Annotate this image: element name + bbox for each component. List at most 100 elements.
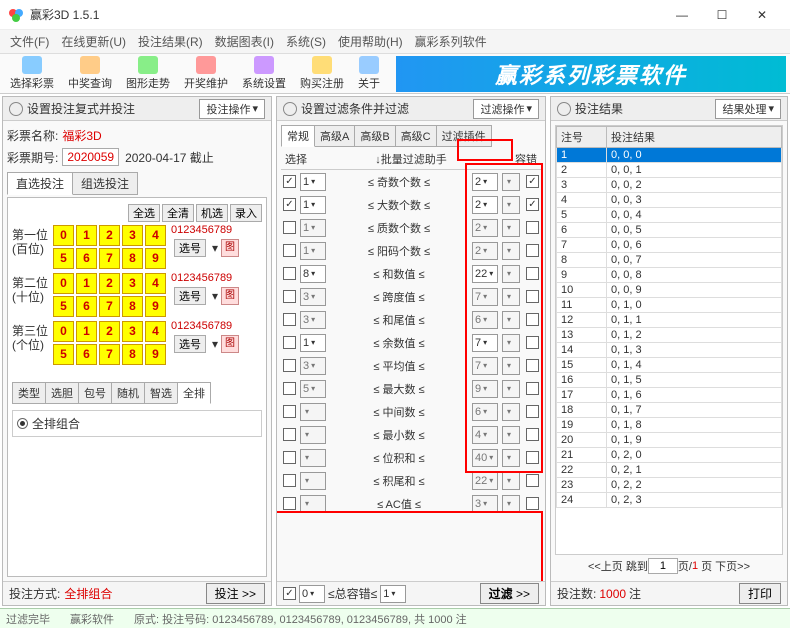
table-row[interactable]: 220, 2, 1: [557, 463, 782, 478]
filter-tolerance-check[interactable]: [526, 428, 539, 441]
result-operation-dropdown[interactable]: 结果处理: [715, 99, 781, 119]
toolbar-关于[interactable]: 关于: [352, 54, 386, 93]
filter-extra[interactable]: [502, 242, 520, 260]
filter-check[interactable]: [283, 359, 296, 372]
digit-8[interactable]: 8: [122, 296, 143, 317]
filter-min[interactable]: 3: [300, 288, 326, 306]
btn-机选[interactable]: 机选: [196, 204, 228, 222]
period-value[interactable]: 2020059: [62, 148, 119, 166]
filter-extra[interactable]: [502, 357, 520, 375]
filter-check[interactable]: [283, 497, 296, 510]
digit-8[interactable]: 8: [122, 344, 143, 365]
select-number-button[interactable]: 选号: [174, 239, 206, 257]
filter-tolerance-check[interactable]: [526, 359, 539, 372]
filter-check[interactable]: [283, 428, 296, 441]
subtab-类型[interactable]: 类型: [12, 382, 46, 404]
filter-max[interactable]: 40: [472, 449, 498, 467]
digit-3[interactable]: 3: [122, 225, 143, 246]
filter-tolerance-check[interactable]: [526, 474, 539, 487]
btn-全选[interactable]: 全选: [128, 204, 160, 222]
filter-tab-过滤插件[interactable]: 过滤插件: [436, 125, 492, 147]
table-row[interactable]: 120, 1, 1: [557, 313, 782, 328]
digit-6[interactable]: 6: [76, 344, 97, 365]
menu-item[interactable]: 系统(S): [280, 33, 332, 50]
filter-min[interactable]: 5: [300, 380, 326, 398]
filter-tolerance-check[interactable]: [526, 405, 539, 418]
filter-extra[interactable]: [502, 449, 520, 467]
subtab-全排[interactable]: 全排: [177, 382, 211, 404]
digit-5[interactable]: 5: [53, 344, 74, 365]
table-row[interactable]: 240, 2, 3: [557, 493, 782, 508]
subtab-包号[interactable]: 包号: [78, 382, 112, 404]
digit-0[interactable]: 0: [53, 225, 74, 246]
filter-extra[interactable]: [502, 426, 520, 444]
filter-tolerance-check[interactable]: [526, 313, 539, 326]
filter-max[interactable]: 7: [472, 334, 498, 352]
minimize-button[interactable]: —: [662, 1, 702, 29]
filter-tolerance-check[interactable]: ✓: [526, 198, 539, 211]
filter-tolerance-check[interactable]: [526, 244, 539, 257]
filter-check[interactable]: [283, 267, 296, 280]
filter-check[interactable]: [283, 382, 296, 395]
toolbar-系统设置[interactable]: 系统设置: [236, 54, 292, 93]
chart-icon[interactable]: 图: [221, 287, 239, 305]
toolbar-图形走势[interactable]: 图形走势: [120, 54, 176, 93]
table-row[interactable]: 190, 1, 8: [557, 418, 782, 433]
filter-max[interactable]: 2: [472, 219, 498, 237]
filter-tolerance-check[interactable]: [526, 451, 539, 464]
digit-2[interactable]: 2: [99, 321, 120, 342]
toolbar-选择彩票[interactable]: 选择彩票: [4, 54, 60, 93]
menu-item[interactable]: 数据图表(I): [209, 33, 280, 50]
btn-录入[interactable]: 录入: [230, 204, 262, 222]
digit-7[interactable]: 7: [99, 344, 120, 365]
table-row[interactable]: 170, 1, 6: [557, 388, 782, 403]
next-page[interactable]: 页 下页>>: [701, 558, 750, 574]
digit-4[interactable]: 4: [145, 225, 166, 246]
digit-2[interactable]: 2: [99, 273, 120, 294]
fullperm-radio[interactable]: [17, 418, 28, 429]
filter-operation-dropdown[interactable]: 过滤操作: [473, 99, 539, 119]
digit-4[interactable]: 4: [145, 321, 166, 342]
filter-max[interactable]: 22: [472, 265, 498, 283]
select-number-button[interactable]: 选号: [174, 335, 206, 353]
filter-max[interactable]: 2: [472, 196, 498, 214]
digit-3[interactable]: 3: [122, 321, 143, 342]
filter-check[interactable]: [283, 313, 296, 326]
filter-extra[interactable]: [502, 288, 520, 306]
filter-extra[interactable]: [502, 334, 520, 352]
digit-0[interactable]: 0: [53, 321, 74, 342]
digit-4[interactable]: 4: [145, 273, 166, 294]
filter-max[interactable]: 6: [472, 403, 498, 421]
col-header[interactable]: 注号: [557, 127, 607, 148]
filter-min[interactable]: 8: [300, 265, 326, 283]
digit-0[interactable]: 0: [53, 273, 74, 294]
filter-min[interactable]: 1: [300, 173, 326, 191]
digit-6[interactable]: 6: [76, 296, 97, 317]
maximize-button[interactable]: ☐: [702, 1, 742, 29]
toolbar-开奖维护[interactable]: 开奖维护: [178, 54, 234, 93]
filter-tab-高级B[interactable]: 高级B: [354, 125, 395, 147]
table-row[interactable]: 130, 1, 2: [557, 328, 782, 343]
filter-extra[interactable]: [502, 495, 520, 513]
result-table[interactable]: 注号投注结果10, 0, 020, 0, 130, 0, 240, 0, 350…: [555, 125, 783, 555]
close-button[interactable]: ✕: [742, 1, 782, 29]
filter-max[interactable]: 6: [472, 311, 498, 329]
filter-check[interactable]: [283, 221, 296, 234]
table-row[interactable]: 100, 0, 9: [557, 283, 782, 298]
digit-1[interactable]: 1: [76, 225, 97, 246]
digit-7[interactable]: 7: [99, 296, 120, 317]
tolerance-toggle[interactable]: ✓: [283, 587, 296, 600]
prev-page[interactable]: <<上页: [588, 558, 623, 574]
filter-tolerance-check[interactable]: [526, 221, 539, 234]
table-row[interactable]: 20, 0, 1: [557, 163, 782, 178]
table-row[interactable]: 160, 1, 5: [557, 373, 782, 388]
toolbar-购买注册[interactable]: 购买注册: [294, 54, 350, 93]
filter-check[interactable]: ✓: [283, 175, 296, 188]
filter-check[interactable]: [283, 244, 296, 257]
filter-extra[interactable]: [502, 196, 520, 214]
btn-全清[interactable]: 全清: [162, 204, 194, 222]
filter-max[interactable]: 22: [472, 472, 498, 490]
filter-tolerance-check[interactable]: ✓: [526, 175, 539, 188]
filter-max[interactable]: 7: [472, 288, 498, 306]
subtab-随机[interactable]: 随机: [111, 382, 145, 404]
